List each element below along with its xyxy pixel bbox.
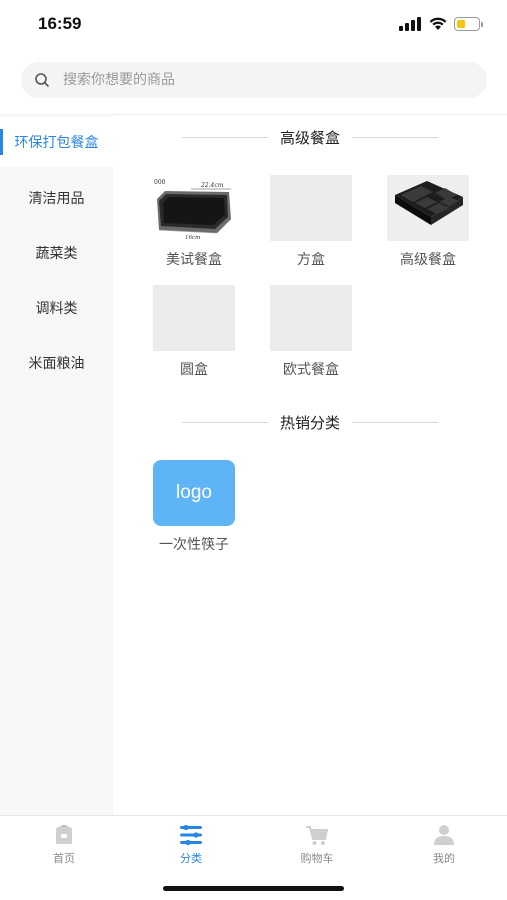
dimension-label-side: 16cm	[185, 235, 200, 241]
tab-label: 我的	[433, 852, 455, 865]
black-container-image: 22.4cm 000 16cm	[153, 175, 235, 241]
cellular-signal-icon	[399, 17, 423, 31]
search-bar[interactable]	[21, 62, 487, 98]
tab-profile[interactable]: 我的	[414, 824, 474, 866]
product-image: 22.4cm 000 16cm	[153, 175, 235, 241]
section-title-text: 高级餐盒	[280, 128, 341, 147]
product-image-placeholder	[270, 285, 352, 351]
home-icon	[56, 824, 72, 844]
product-item[interactable]: 高级餐盒	[386, 175, 470, 269]
section-title-text: 热销分类	[280, 413, 341, 432]
dimension-label-top: 22.4cm	[200, 182, 224, 189]
sidebar-item-eco-packaging[interactable]: 环保打包餐盒	[0, 117, 113, 167]
product-name: 圆盒	[180, 362, 208, 378]
product-image-placeholder	[270, 175, 352, 241]
status-time: 16:59	[38, 14, 82, 33]
home-indicator[interactable]	[163, 886, 344, 891]
tab-home[interactable]: 首页	[34, 824, 94, 866]
category-icon	[180, 824, 202, 846]
product-name: 一次性筷子	[159, 537, 229, 553]
search-icon	[35, 73, 49, 87]
wifi-icon	[429, 17, 447, 30]
sidebar-item-label: 环保打包餐盒	[14, 135, 99, 151]
sidebar-item-seasonings[interactable]: 调料类	[0, 283, 113, 333]
section-title-hot-categories: 热销分类	[182, 410, 439, 434]
product-image: logo	[153, 460, 235, 526]
product-name: 方盒	[297, 252, 325, 268]
product-name: 高级餐盒	[400, 252, 456, 268]
status-bar: 16:59	[0, 0, 507, 50]
profile-icon	[434, 825, 454, 845]
tab-category[interactable]: 分类	[161, 824, 221, 866]
logo-placeholder-text: logo	[176, 482, 212, 503]
tab-label: 首页	[53, 852, 75, 865]
sidebar-item-label: 调料类	[35, 301, 78, 317]
product-image-placeholder	[153, 285, 235, 351]
battery-icon	[454, 17, 484, 31]
product-item[interactable]: 圆盒	[152, 285, 236, 379]
product-image	[387, 175, 469, 241]
sidebar-item-cleaning[interactable]: 清洁用品	[0, 173, 113, 223]
product-item[interactable]: 欧式餐盒	[269, 285, 353, 379]
section-title-premium-boxes: 高级餐盒	[182, 125, 439, 149]
sidebar-item-label: 清洁用品	[28, 191, 85, 207]
sidebar-item-grain-oil[interactable]: 米面粮油	[0, 338, 113, 388]
product-item[interactable]: 22.4cm 000 16cm 美试餐盒	[152, 175, 236, 269]
dimension-label-left: 000	[154, 179, 166, 186]
product-name: 美试餐盒	[166, 252, 222, 268]
product-item[interactable]: logo 一次性筷子	[152, 460, 236, 554]
tab-cart[interactable]: 购物车	[287, 824, 347, 866]
search-input[interactable]	[63, 62, 463, 98]
cart-icon	[306, 826, 328, 845]
category-sidebar: 环保打包餐盒 清洁用品 蔬菜类 调料类 米面粮油	[0, 115, 113, 815]
sidebar-item-label: 蔬菜类	[35, 246, 78, 262]
sidebar-item-vegetables[interactable]: 蔬菜类	[0, 228, 113, 278]
product-item[interactable]: 方盒	[269, 175, 353, 269]
product-name: 欧式餐盒	[283, 362, 339, 378]
compartment-tray-image	[387, 175, 469, 241]
tab-label: 购物车	[300, 852, 334, 865]
sidebar-item-label: 米面粮油	[28, 356, 85, 372]
tab-label: 分类	[180, 852, 202, 865]
